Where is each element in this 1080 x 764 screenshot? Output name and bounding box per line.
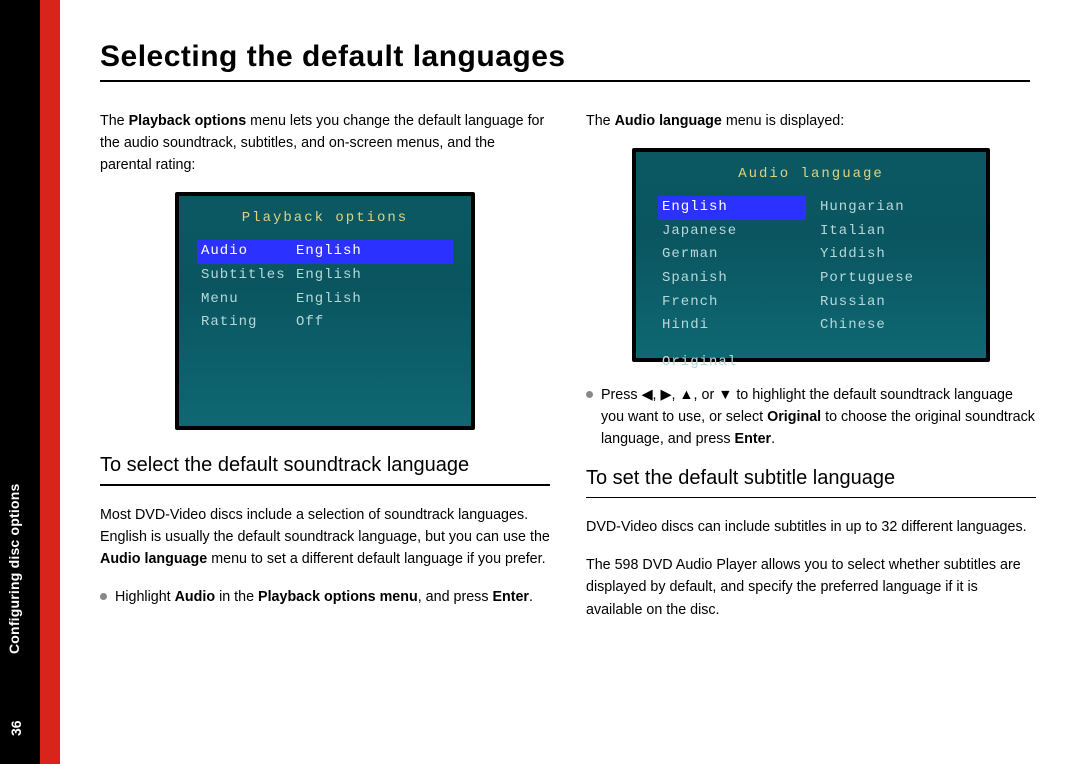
osd-key: Subtitles <box>201 265 296 287</box>
osd-row-audio: Audio English <box>197 240 453 264</box>
osd-rows: Audio English Subtitles English Menu Eng… <box>179 240 471 335</box>
text: . <box>529 589 533 605</box>
right-subheading: To set the default subtitle language <box>586 465 1036 491</box>
spine-section-label: Configuring disc options <box>6 484 22 654</box>
bold: Playback options menu <box>258 589 418 605</box>
osd-val: English <box>296 241 362 263</box>
osd-lang-french: French <box>658 291 806 315</box>
osd-lang-japanese: Japanese <box>658 220 806 244</box>
text: Highlight <box>115 589 175 605</box>
text: The <box>586 113 615 129</box>
osd-row-rating: Rating Off <box>197 311 453 335</box>
left-column: The Playback options menu lets you chang… <box>100 110 550 637</box>
bold: Original <box>767 409 821 425</box>
osd-lang-portuguese: Portuguese <box>816 267 964 291</box>
osd-lang-yiddish: Yiddish <box>816 243 964 267</box>
page-title: Selecting the default languages <box>100 40 1040 74</box>
bold: Enter <box>735 431 772 447</box>
left-intro: The Playback options menu lets you chang… <box>100 110 550 176</box>
spine-red <box>40 0 60 764</box>
text: menu is displayed: <box>722 113 844 129</box>
osd-key: Menu <box>201 289 296 311</box>
right-p3: The 598 DVD Audio Player allows you to s… <box>586 554 1036 620</box>
osd-val: Off <box>296 312 324 334</box>
right-bullet: Press ◀, ▶, ▲, or ▼ to highlight the def… <box>586 384 1036 450</box>
title-rule <box>100 80 1030 82</box>
right-p2: DVD-Video discs can include subtitles in… <box>586 516 1036 538</box>
left-p2: Most DVD-Video discs include a selection… <box>100 504 550 570</box>
osd-row-subtitles: Subtitles English <box>197 264 453 288</box>
page-content: Selecting the default languages The Play… <box>100 40 1040 740</box>
bullet-text: Highlight Audio in the Playback options … <box>115 586 550 608</box>
rule <box>100 484 550 486</box>
osd-playback-options: Playback options Audio English Subtitles… <box>175 192 475 430</box>
osd-lang-chinese: Chinese <box>816 314 964 338</box>
right-column: The Audio language menu is displayed: Au… <box>586 110 1036 637</box>
osd-key: Rating <box>201 312 296 334</box>
page-number: 36 <box>8 720 24 736</box>
right-intro: The Audio language menu is displayed: <box>586 110 1036 132</box>
text: in the <box>215 589 258 605</box>
left-subheading: To select the default soundtrack languag… <box>100 452 550 478</box>
osd-lang-spanish: Spanish <box>658 267 806 291</box>
bold: Audio <box>175 589 216 605</box>
bullet-text: Press ◀, ▶, ▲, or ▼ to highlight the def… <box>601 384 1036 450</box>
arrow-icons: ◀, ▶, ▲, or ▼ <box>642 387 733 403</box>
bold: Enter <box>492 589 529 605</box>
osd-row-menu: Menu English <box>197 288 453 312</box>
text: . <box>771 431 775 447</box>
osd-title: Audio language <box>636 160 986 196</box>
osd-lang-original: Original <box>636 338 986 374</box>
osd-lang-hungarian: Hungarian <box>816 196 964 220</box>
osd-lang-english: English <box>658 196 806 220</box>
left-bullet: Highlight Audio in the Playback options … <box>100 586 550 608</box>
bullet-icon <box>100 593 107 600</box>
osd-key: Audio <box>201 241 296 263</box>
text: Most DVD-Video discs include a selection… <box>100 507 550 545</box>
bullet-icon <box>586 391 593 398</box>
text: The <box>100 113 129 129</box>
osd-title: Playback options <box>179 204 471 240</box>
osd-audio-language: Audio language English Hungarian Japanes… <box>632 148 990 362</box>
rule <box>586 497 1036 499</box>
osd-val: English <box>296 265 362 287</box>
osd-grid: English Hungarian Japanese Italian Germa… <box>636 196 986 338</box>
bold-playback-options: Playback options <box>129 113 247 129</box>
osd-lang-russian: Russian <box>816 291 964 315</box>
osd-lang-italian: Italian <box>816 220 964 244</box>
text: , and press <box>418 589 493 605</box>
text: menu to set a different default language… <box>207 551 545 567</box>
bold-audio-language: Audio language <box>100 551 207 567</box>
osd-val: English <box>296 289 362 311</box>
bold-audio-language: Audio language <box>615 113 722 129</box>
text: Press <box>601 387 642 403</box>
osd-lang-hindi: Hindi <box>658 314 806 338</box>
osd-lang-german: German <box>658 243 806 267</box>
